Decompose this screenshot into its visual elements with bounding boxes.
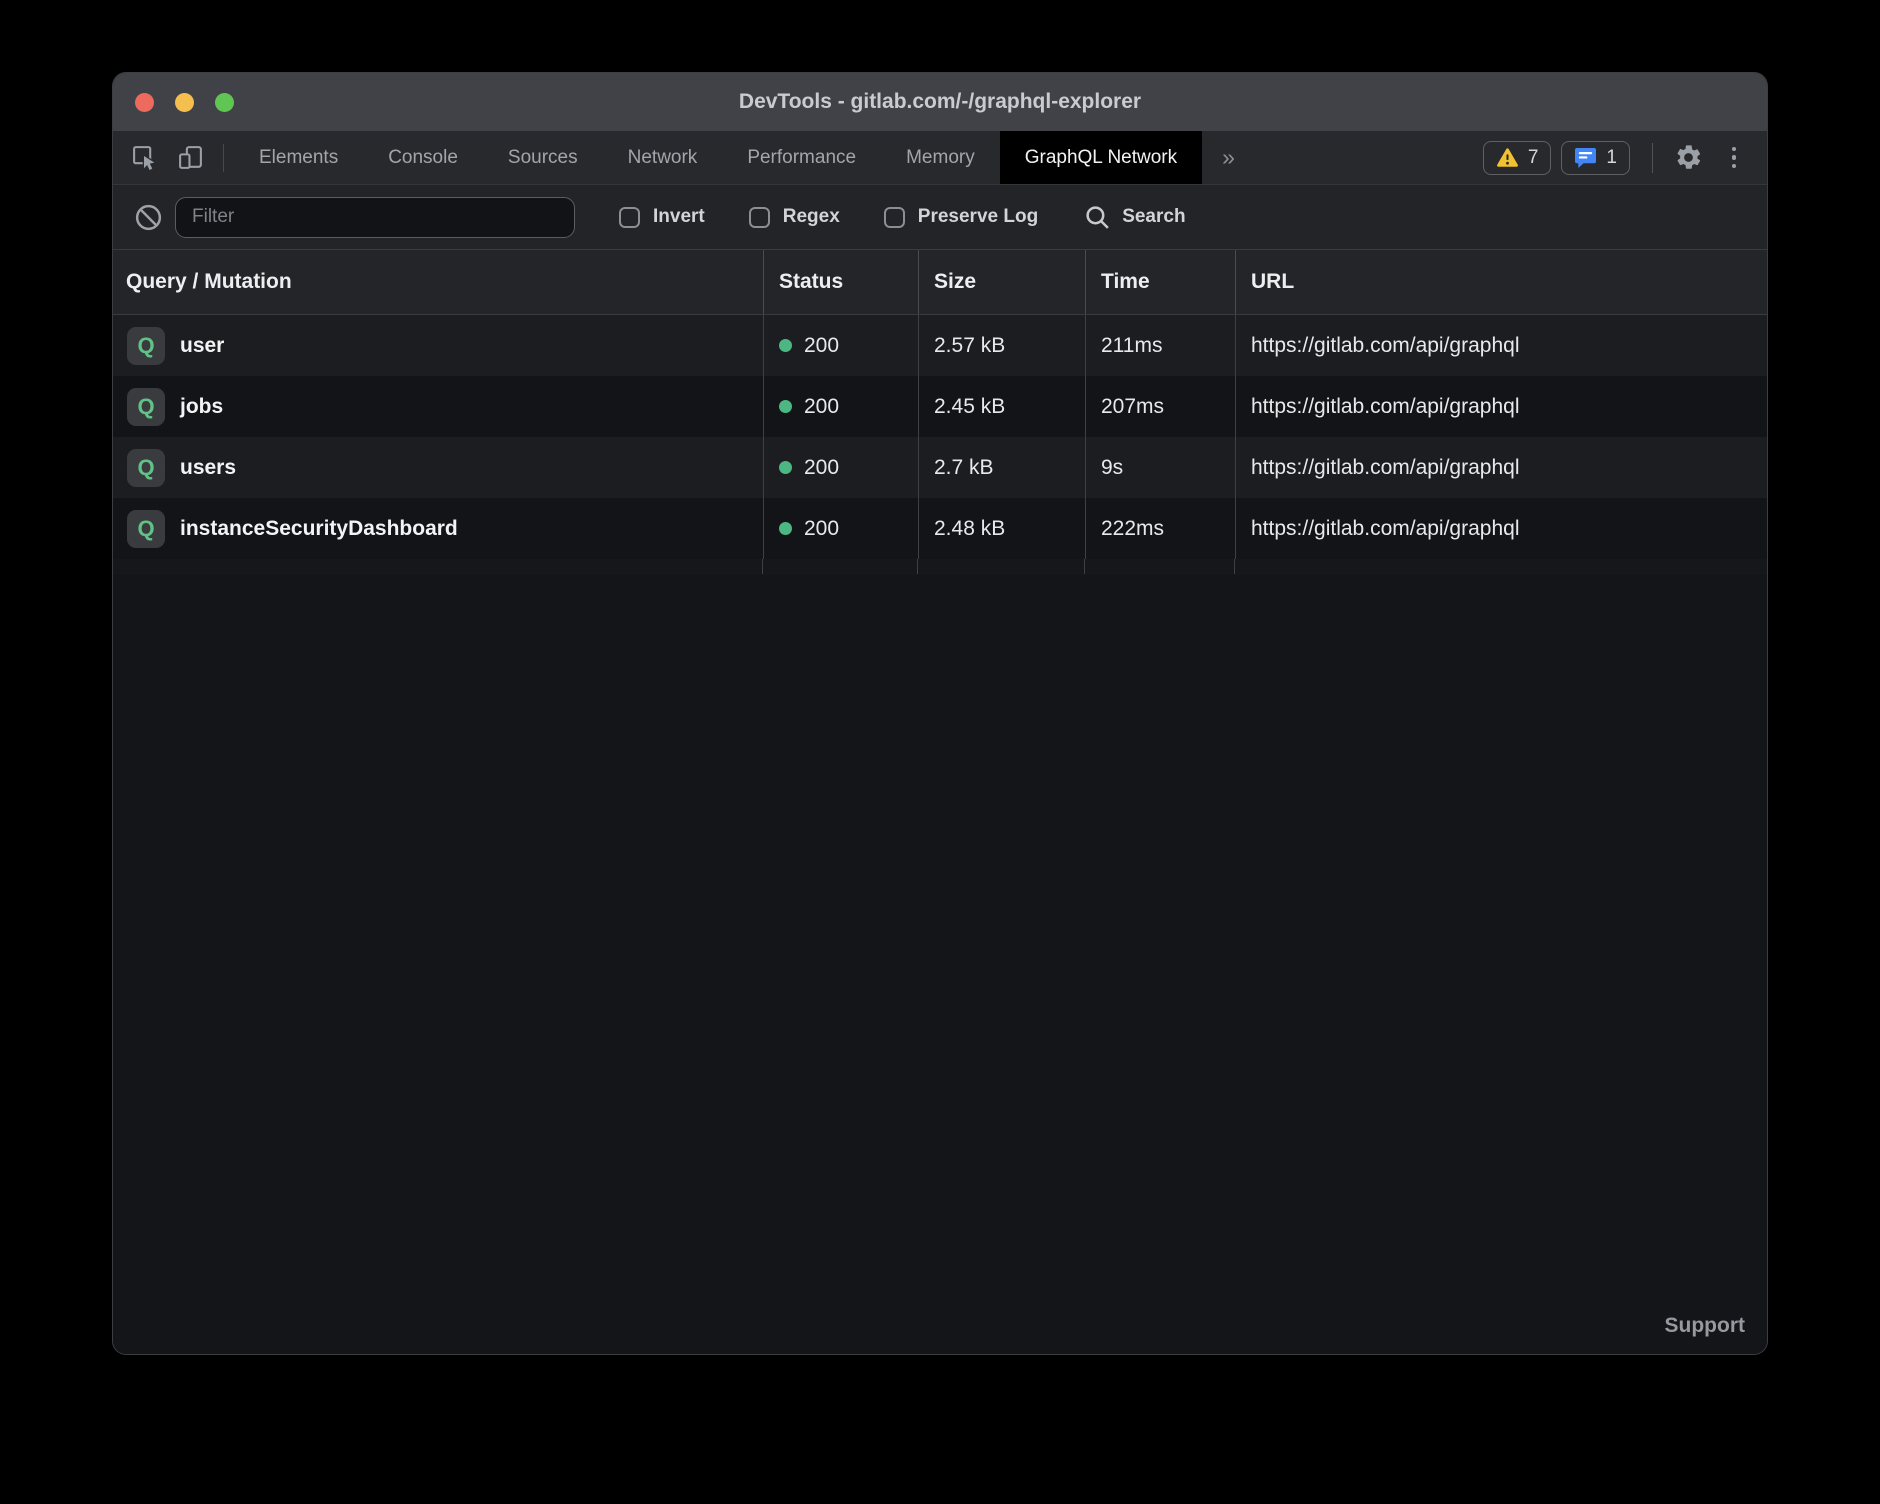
tab-console[interactable]: Console bbox=[363, 131, 483, 184]
checkbox-preserve-log[interactable]: Preserve Log bbox=[884, 206, 1038, 228]
search-control[interactable]: Search bbox=[1084, 204, 1185, 231]
checkbox-label: Regex bbox=[783, 206, 840, 228]
checkbox-invert[interactable]: Invert bbox=[619, 206, 705, 228]
kebab-menu-button[interactable] bbox=[1711, 147, 1757, 169]
request-url: https://gitlab.com/api/graphql bbox=[1235, 498, 1767, 559]
zoom-window-button[interactable] bbox=[215, 93, 234, 112]
device-toolbar-button[interactable] bbox=[167, 131, 213, 184]
status-code: 200 bbox=[804, 517, 839, 541]
settings-gear-button[interactable] bbox=[1665, 143, 1711, 172]
column-header-status[interactable]: Status bbox=[763, 250, 918, 314]
query-type-badge: Q bbox=[127, 510, 165, 548]
query-name: user bbox=[180, 334, 224, 358]
status-ok-dot-icon bbox=[779, 461, 792, 474]
tab-memory[interactable]: Memory bbox=[881, 131, 1000, 184]
close-window-button[interactable] bbox=[135, 93, 154, 112]
query-name: instanceSecurityDashboard bbox=[180, 517, 458, 541]
checkbox-box-icon[interactable] bbox=[749, 207, 770, 228]
warning-count: 7 bbox=[1528, 147, 1539, 169]
checkbox-label: Invert bbox=[653, 206, 705, 228]
minimize-window-button[interactable] bbox=[175, 93, 194, 112]
response-time: 222ms bbox=[1085, 498, 1235, 559]
tab-graphql-network[interactable]: GraphQL Network bbox=[1000, 131, 1202, 184]
checkbox-label: Preserve Log bbox=[918, 206, 1038, 228]
query-name: jobs bbox=[180, 395, 223, 419]
response-time: 207ms bbox=[1085, 376, 1235, 437]
request-row[interactable]: Q instanceSecurityDashboard 200 2.48 kB … bbox=[113, 498, 1767, 559]
column-header-size[interactable]: Size bbox=[918, 250, 1085, 314]
message-count: 1 bbox=[1606, 147, 1617, 169]
tab-sources[interactable]: Sources bbox=[483, 131, 603, 184]
tab-performance[interactable]: Performance bbox=[722, 131, 881, 184]
issues-warning-badge[interactable]: 7 bbox=[1483, 141, 1552, 175]
traffic-lights bbox=[135, 93, 234, 112]
response-size: 2.57 kB bbox=[918, 315, 1085, 376]
status-ok-dot-icon bbox=[779, 400, 792, 413]
status-code: 200 bbox=[804, 334, 839, 358]
request-url: https://gitlab.com/api/graphql bbox=[1235, 315, 1767, 376]
column-separator-tails bbox=[113, 559, 1767, 575]
checkbox-regex[interactable]: Regex bbox=[749, 206, 840, 228]
response-time: 211ms bbox=[1085, 315, 1235, 376]
table-header: Query / Mutation Status Size Time URL bbox=[113, 249, 1767, 315]
clear-requests-button[interactable] bbox=[127, 202, 169, 233]
column-header-time[interactable]: Time bbox=[1085, 250, 1235, 314]
request-list: Q user 200 2.57 kB 211ms https://gitlab.… bbox=[113, 315, 1767, 559]
block-icon bbox=[133, 202, 164, 233]
empty-grid-area: Support bbox=[113, 575, 1767, 1354]
response-size: 2.48 kB bbox=[918, 498, 1085, 559]
response-size: 2.45 kB bbox=[918, 376, 1085, 437]
search-label: Search bbox=[1122, 206, 1185, 228]
status-code: 200 bbox=[804, 456, 839, 480]
response-size: 2.7 kB bbox=[918, 437, 1085, 498]
request-url: https://gitlab.com/api/graphql bbox=[1235, 437, 1767, 498]
status-ok-dot-icon bbox=[779, 522, 792, 535]
tab-elements[interactable]: Elements bbox=[234, 131, 363, 184]
inspect-element-button[interactable] bbox=[121, 131, 167, 184]
query-type-badge: Q bbox=[127, 449, 165, 487]
kebab-dots-icon bbox=[1732, 147, 1737, 169]
tabbar-divider bbox=[1652, 143, 1653, 173]
checkbox-box-icon[interactable] bbox=[619, 207, 640, 228]
query-name: users bbox=[180, 456, 236, 480]
filter-toolbar: Invert Regex Preserve Log Search bbox=[113, 185, 1767, 249]
gear-icon bbox=[1674, 143, 1703, 172]
filter-input[interactable] bbox=[175, 197, 575, 238]
column-header-query-mutation[interactable]: Query / Mutation bbox=[113, 250, 763, 314]
status-ok-dot-icon bbox=[779, 339, 792, 352]
column-header-url[interactable]: URL bbox=[1235, 250, 1767, 314]
response-time: 9s bbox=[1085, 437, 1235, 498]
query-type-badge: Q bbox=[127, 388, 165, 426]
filter-checkboxes: Invert Regex Preserve Log bbox=[575, 206, 1038, 228]
devtools-tabbar: ElementsConsoleSourcesNetworkPerformance… bbox=[113, 131, 1767, 185]
device-toolbar-icon bbox=[177, 144, 204, 171]
warning-triangle-icon bbox=[1496, 147, 1519, 168]
window-title: DevTools - gitlab.com/-/graphql-explorer bbox=[113, 90, 1767, 114]
tab-network[interactable]: Network bbox=[603, 131, 723, 184]
status-code: 200 bbox=[804, 395, 839, 419]
request-row[interactable]: Q user 200 2.57 kB 211ms https://gitlab.… bbox=[113, 315, 1767, 376]
request-url: https://gitlab.com/api/graphql bbox=[1235, 376, 1767, 437]
devtools-window: DevTools - gitlab.com/-/graphql-explorer… bbox=[112, 72, 1768, 1355]
checkbox-box-icon[interactable] bbox=[884, 207, 905, 228]
inspect-cursor-icon bbox=[131, 144, 158, 171]
message-bubble-icon bbox=[1574, 147, 1597, 168]
more-tabs-button[interactable]: » bbox=[1202, 131, 1255, 184]
support-link[interactable]: Support bbox=[1665, 1314, 1745, 1338]
request-row[interactable]: Q jobs 200 2.45 kB 207ms https://gitlab.… bbox=[113, 376, 1767, 437]
tabbar-divider bbox=[223, 144, 224, 172]
panel-tabs: ElementsConsoleSourcesNetworkPerformance… bbox=[234, 131, 1202, 184]
query-type-badge: Q bbox=[127, 327, 165, 365]
titlebar: DevTools - gitlab.com/-/graphql-explorer bbox=[113, 73, 1767, 131]
request-row[interactable]: Q users 200 2.7 kB 9s https://gitlab.com… bbox=[113, 437, 1767, 498]
tabbar-right-cluster: 7 1 bbox=[1483, 131, 1757, 184]
search-icon bbox=[1084, 204, 1111, 231]
issues-message-badge[interactable]: 1 bbox=[1561, 141, 1630, 175]
